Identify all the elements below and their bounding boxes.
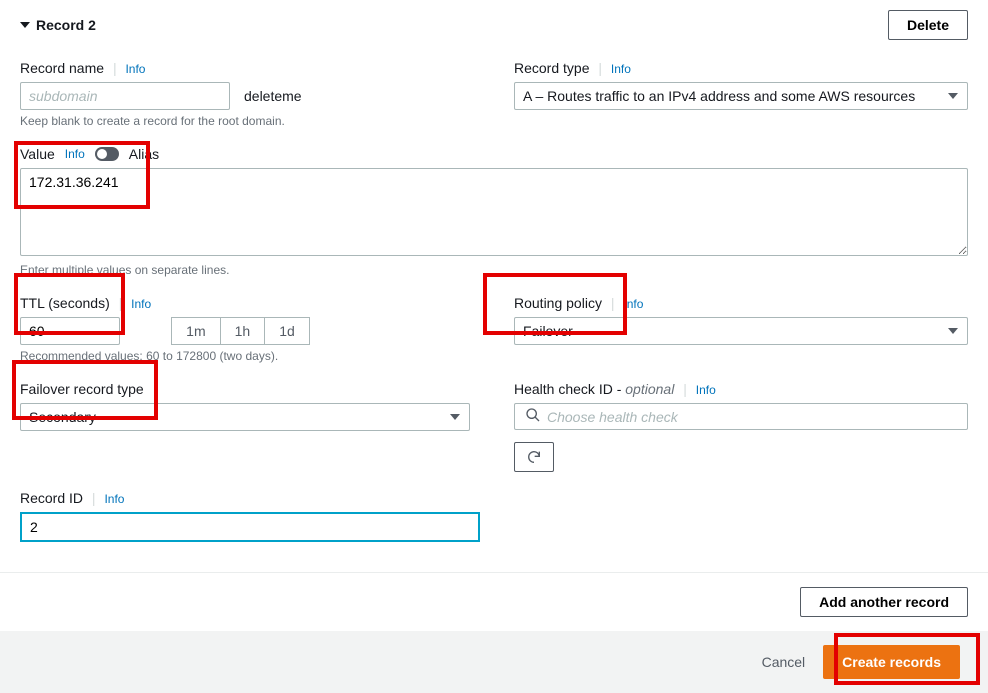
failover-type-field: Failover record type Secondary — [20, 381, 474, 472]
value-label: Value — [20, 146, 55, 162]
section-toggle[interactable]: Record 2 — [20, 17, 96, 33]
info-link[interactable]: Info — [104, 492, 124, 506]
ttl-seg-1h[interactable]: 1h — [221, 317, 266, 345]
health-check-label: Health check ID - — [514, 381, 625, 397]
cancel-button[interactable]: Cancel — [762, 654, 806, 670]
add-another-button[interactable]: Add another record — [800, 587, 968, 617]
record-name-field: Record name | Info deleteme Keep blank t… — [20, 60, 474, 128]
failover-type-label: Failover record type — [20, 381, 144, 397]
alias-label: Alias — [129, 146, 159, 162]
value-input[interactable] — [20, 168, 968, 256]
health-check-field: Health check ID - optional | Info — [514, 381, 968, 472]
refresh-button[interactable] — [514, 442, 554, 472]
section-title: Record 2 — [36, 17, 96, 33]
info-link[interactable]: Info — [623, 297, 643, 311]
chevron-down-icon — [20, 22, 30, 28]
routing-policy-select[interactable]: Failover — [514, 317, 968, 345]
record-id-input[interactable] — [20, 512, 480, 542]
record-type-field: Record type | Info A – Routes traffic to… — [514, 60, 968, 128]
create-records-button[interactable]: Create records — [823, 645, 960, 679]
record-id-label: Record ID — [20, 490, 83, 506]
ttl-input[interactable] — [20, 317, 120, 345]
info-link[interactable]: Info — [131, 297, 151, 311]
routing-policy-field: Routing policy | Info Failover — [514, 295, 968, 363]
refresh-icon — [526, 449, 542, 465]
ttl-segments: 1m 1h 1d — [171, 317, 310, 345]
ttl-seg-1m[interactable]: 1m — [171, 317, 220, 345]
failover-type-select[interactable]: Secondary — [20, 403, 470, 431]
delete-button[interactable]: Delete — [888, 10, 968, 40]
record-name-label: Record name — [20, 60, 104, 76]
ttl-seg-1d[interactable]: 1d — [265, 317, 310, 345]
record-id-field: Record ID | Info — [20, 490, 968, 542]
info-link[interactable]: Info — [65, 147, 85, 161]
info-link[interactable]: Info — [125, 62, 145, 76]
record-type-select[interactable]: A – Routes traffic to an IPv4 address an… — [514, 82, 968, 110]
optional-text: optional — [625, 381, 674, 397]
alias-toggle[interactable] — [95, 147, 119, 161]
record-name-input[interactable] — [20, 82, 230, 110]
health-check-select[interactable] — [514, 403, 968, 430]
routing-policy-label: Routing policy — [514, 295, 602, 311]
ttl-field: TTL (seconds) | Info 1m 1h 1d Recommende… — [20, 295, 474, 363]
record-type-label: Record type — [514, 60, 589, 76]
info-link[interactable]: Info — [611, 62, 631, 76]
value-field: Value Info Alias Enter multiple values o… — [20, 146, 968, 277]
info-link[interactable]: Info — [696, 383, 716, 397]
ttl-label: TTL (seconds) — [20, 295, 110, 311]
ttl-hint: Recommended values: 60 to 172800 (two da… — [20, 349, 474, 363]
domain-suffix: deleteme — [244, 88, 302, 104]
search-icon — [519, 407, 547, 426]
health-check-input[interactable] — [547, 409, 963, 425]
record-name-hint: Keep blank to create a record for the ro… — [20, 114, 474, 128]
value-hint: Enter multiple values on separate lines. — [20, 263, 968, 277]
